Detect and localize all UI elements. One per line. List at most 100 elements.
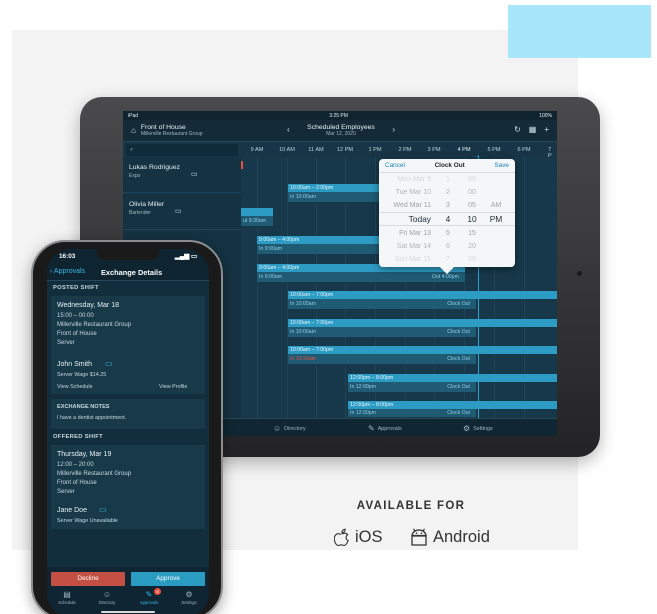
view-profile-link[interactable]: View Profile (159, 384, 187, 390)
shift-bar[interactable] (241, 208, 273, 216)
clock-out-link[interactable]: Clock Out (447, 409, 470, 417)
chevron-left-icon: ‹ (50, 268, 53, 275)
time-label: 5 PM (487, 147, 501, 153)
phone-nav-bar: ‹ Approvals Exchange Details (47, 264, 209, 281)
offered-shift-card: Thursday, Mar 19 12:00 – 20:00 Millervil… (51, 445, 205, 529)
location-icon: ⌂ (131, 126, 136, 136)
header-actions: ↻ ▦ + (514, 125, 549, 134)
picker-hour: 2 (446, 189, 450, 196)
clock-out-link[interactable]: Clock Out (447, 327, 470, 337)
tab-schedule[interactable]: ▤ Schedule (49, 590, 85, 605)
clock-out-popover: Cancel Clock Out Save Mon Mar 9 1 55 Tue… (379, 159, 515, 275)
shift-org: Millerville Restaurant Group (57, 471, 132, 477)
tab-label: Directory (98, 600, 116, 605)
tab-directory[interactable]: ☺ Directory (273, 424, 306, 433)
picker-hour: 3 (446, 202, 450, 209)
view-schedule-link[interactable]: View Schedule (57, 384, 93, 390)
shift-in-late: In 10:20am (290, 356, 316, 362)
shift-detail: In 9:00am (257, 244, 387, 254)
tab-settings[interactable]: ⚙ Settings (463, 424, 493, 433)
tab-approvals[interactable]: ✎ Approvals 4 (131, 588, 167, 605)
shift-detail: ut 9:30am (241, 216, 273, 226)
tab-label: Settings (473, 425, 493, 432)
decline-button[interactable]: Decline (51, 572, 125, 586)
picker-day: Sun Mar 15 (394, 256, 431, 263)
clock-out-link[interactable]: Clock Out (447, 354, 470, 364)
marketing-stage: iPad 3:25 PM 100% ⌂ Front of House Mille… (0, 0, 657, 614)
exchange-details-body: POSTED SHIFT Wednesday, Mar 18 15:00 – 0… (47, 281, 209, 614)
cancel-button[interactable]: Cancel (385, 162, 405, 169)
shift-detail: In 9:00am Out 4:00pm (257, 272, 465, 282)
message-icon[interactable]: ▭ (175, 207, 182, 215)
clock-out-link[interactable]: Clock Out (447, 382, 470, 392)
shift-bar[interactable]: 10:00am – 7:00pm (288, 319, 557, 327)
chat-icon[interactable]: ▭ (105, 359, 113, 368)
approve-button[interactable]: Approve (131, 572, 205, 586)
phone-tab-bar: ▤ Schedule ☺ Directory ✎ Approvals 4 ⚙ Settin… (47, 588, 209, 611)
shift-bar[interactable]: 12:00pm – 8:00pm (348, 374, 557, 382)
shift-bar[interactable]: 10:00am – 7:00pm (288, 291, 557, 299)
apple-icon (334, 528, 349, 547)
posted-shift-card: Wednesday, Mar 18 15:00 – 00:00 Millervi… (51, 296, 205, 394)
calendar-icon[interactable]: ▦ (529, 125, 537, 134)
shift-detail: In 10:00am (288, 192, 388, 202)
picker-selected-row[interactable]: Today 4 10 PM (379, 213, 515, 226)
picker-minute: 15 (468, 230, 476, 237)
save-button[interactable]: Save (494, 162, 509, 169)
picker-minute: 10 (467, 214, 477, 224)
picker-row[interactable]: Mon Mar 9 1 55 (379, 173, 515, 186)
accent-block (508, 5, 651, 58)
offered-shift-heading: OFFERED SHIFT (53, 434, 103, 440)
plus-icon[interactable]: + (544, 125, 549, 134)
picker-row[interactable]: Sat Mar 14 6 20 (379, 240, 515, 253)
tab-directory[interactable]: ☺ Directory (89, 590, 125, 605)
employee-row[interactable]: Lukas Rodriguez Expo ▭ (123, 157, 241, 193)
time-label: 9 AM (250, 147, 264, 153)
chevron-right-icon[interactable]: › (392, 125, 395, 134)
notes-heading: EXCHANGE NOTES (57, 404, 110, 410)
tab-settings[interactable]: ⚙ Settings (171, 590, 207, 605)
picker-day: Tue Mar 10 (395, 189, 431, 196)
message-icon[interactable]: ▭ (191, 170, 198, 178)
picker-row[interactable]: Wed Mar 11 3 05 AM (379, 199, 515, 212)
time-label: 3 PM (427, 147, 441, 153)
refresh-icon[interactable]: ↻ (514, 125, 521, 134)
picker-hour: 5 (446, 230, 450, 237)
shift-bar[interactable]: 10:00am – 7:00pm (288, 346, 557, 354)
settings-icon: ⚙ (185, 590, 193, 599)
employee-role: Expo (129, 173, 141, 179)
picker-day: Today (408, 214, 431, 224)
back-button[interactable]: ‹ Approvals (50, 268, 85, 275)
status-time: 16:03 (59, 252, 76, 260)
employee-search-input[interactable]: ⌕ (126, 144, 238, 156)
shift-bar[interactable]: 9:00am – 4:00pm (257, 236, 387, 244)
ios-label: iOS (355, 528, 383, 546)
location-subtitle: Millerville Restaurant Group (140, 131, 203, 138)
shift-bar[interactable]: 10:00am – 2:00pm (288, 184, 388, 192)
shift-position: Server (57, 340, 75, 346)
android-platform[interactable]: Android (410, 528, 490, 547)
android-icon (411, 528, 427, 546)
chat-icon[interactable]: ▭ (99, 505, 107, 514)
shift-bar[interactable]: 12:00pm – 8:00pm (348, 401, 557, 409)
late-marker (241, 161, 243, 169)
clock-out-link[interactable]: Clock Out (447, 299, 470, 309)
date-time-picker[interactable]: Mon Mar 9 1 55 Tue Mar 10 2 00 Wed Mar 1… (379, 173, 515, 266)
status-time: 3:25 PM (329, 112, 348, 119)
status-battery: 100% (539, 112, 552, 119)
employee-name: John Smith (57, 361, 93, 368)
picker-row[interactable]: Fri Mar 13 5 15 (379, 227, 515, 240)
approvals-icon: ✎ (145, 590, 153, 599)
location-selector[interactable]: ⌂ Front of House Millerville Restaurant … (131, 124, 203, 137)
picker-minute: 20 (468, 243, 476, 250)
signal-battery-icon: ▂▄▆ ▭ (174, 253, 197, 260)
chevron-left-icon[interactable]: ‹ (287, 125, 290, 134)
tab-approvals[interactable]: ✎ Approvals (368, 424, 402, 433)
shift-in: ut 9:30am (243, 218, 267, 224)
shift-detail: In 12:00pm Clock Out (348, 382, 476, 392)
tab-label: Schedule (58, 600, 76, 605)
picker-row[interactable]: Tue Mar 10 2 00 (379, 186, 515, 199)
shift-in: In 12:00pm (350, 410, 376, 416)
ios-platform[interactable]: iOS (334, 528, 383, 547)
employee-row[interactable]: Olivia Miller Bartender ▭ (123, 194, 241, 230)
